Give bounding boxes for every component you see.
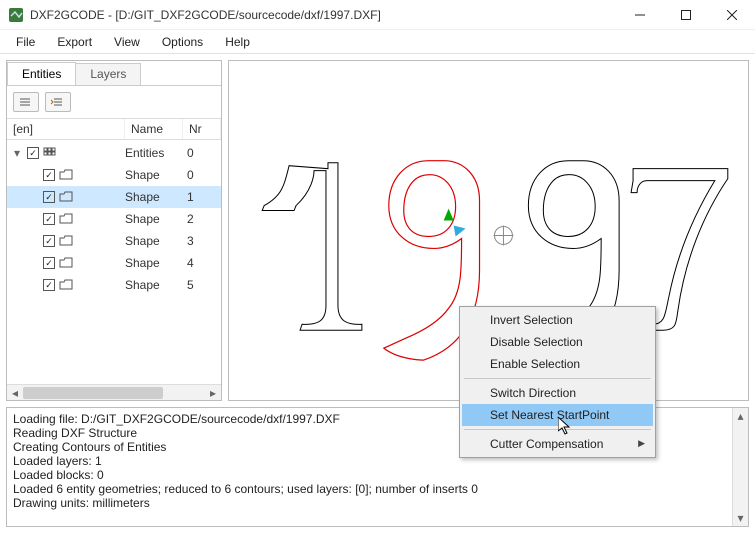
tree-row[interactable]: ✓ Shape0 — [7, 164, 221, 186]
checkbox[interactable]: ✓ — [43, 279, 55, 291]
tree-row-label: Shape — [125, 168, 183, 182]
title-bar: DXF2GCODE - [D:/GIT_DXF2GCODE/sourcecode… — [0, 0, 755, 30]
checkbox[interactable]: ✓ — [43, 169, 55, 181]
side-panel: Entities Layers [en] Name Nr ▾ ✓ — [6, 60, 222, 401]
app-icon — [8, 7, 24, 23]
tree-header-en: [en] — [7, 119, 125, 139]
menu-export[interactable]: Export — [47, 33, 102, 51]
tree-row-nr: 0 — [183, 168, 221, 182]
tree-row-label: Shape — [125, 212, 183, 226]
tree-row-label: Shape — [125, 234, 183, 248]
tree-row-nr: 2 — [183, 212, 221, 226]
tree-row[interactable]: ✓ Shape5 — [7, 274, 221, 296]
menu-file[interactable]: File — [6, 33, 45, 51]
menu-help[interactable]: Help — [215, 33, 260, 51]
context-menu-item[interactable]: Switch Direction — [462, 382, 653, 404]
scroll-right-icon[interactable]: ▸ — [205, 385, 221, 400]
scroll-up-icon[interactable]: ▴ — [733, 408, 748, 424]
menu-separator — [464, 429, 651, 430]
context-menu-item[interactable]: Disable Selection — [462, 331, 653, 353]
tree-row-nr: 5 — [183, 278, 221, 292]
tree-root-row[interactable]: ▾ ✓ Entities 0 — [7, 142, 221, 164]
context-menu-item[interactable]: Set Nearest StartPoint — [462, 404, 653, 426]
tree-toggle-icon[interactable]: ▾ — [11, 146, 23, 160]
checkbox[interactable]: ✓ — [43, 235, 55, 247]
tree-header: [en] Name Nr — [7, 118, 221, 140]
folder-icon — [59, 191, 73, 203]
tree-row-label: Shape — [125, 278, 183, 292]
tree-header-nr: Nr — [183, 119, 221, 139]
scroll-left-icon[interactable]: ◂ — [7, 385, 23, 400]
window-title: DXF2GCODE - [D:/GIT_DXF2GCODE/sourcecode… — [30, 8, 617, 22]
expand-all-button[interactable] — [45, 92, 71, 112]
context-menu-item[interactable]: Cutter Compensation▶ — [462, 433, 653, 455]
minimize-button[interactable] — [617, 0, 663, 30]
folder-icon — [59, 279, 73, 291]
menu-view[interactable]: View — [104, 33, 150, 51]
tree-row-nr: 4 — [183, 256, 221, 270]
tree-row-nr: 1 — [183, 190, 221, 204]
tree-row[interactable]: ✓ Shape1 — [7, 186, 221, 208]
menu-options[interactable]: Options — [152, 33, 213, 51]
tree-row-label: Shape — [125, 190, 183, 204]
menu-bar: File Export View Options Help — [0, 30, 755, 54]
folder-icon — [59, 257, 73, 269]
maximize-button[interactable] — [663, 0, 709, 30]
tree-row-label: Shape — [125, 256, 183, 270]
close-button[interactable] — [709, 0, 755, 30]
tree-row[interactable]: ✓ Shape2 — [7, 208, 221, 230]
folder-icon — [59, 235, 73, 247]
tree-row[interactable]: ✓ Shape3 — [7, 230, 221, 252]
context-menu: Invert SelectionDisable SelectionEnable … — [459, 306, 656, 458]
tree-hscroll[interactable]: ◂ ▸ — [7, 384, 221, 400]
log-vscroll[interactable]: ▴ ▾ — [732, 408, 748, 526]
collapse-all-button[interactable] — [13, 92, 39, 112]
tree-root-nr: 0 — [183, 146, 221, 160]
tab-entities[interactable]: Entities — [7, 62, 76, 85]
grid-icon — [43, 147, 57, 159]
checkbox[interactable]: ✓ — [43, 257, 55, 269]
context-menu-item[interactable]: Enable Selection — [462, 353, 653, 375]
checkbox[interactable]: ✓ — [43, 213, 55, 225]
checkbox[interactable]: ✓ — [43, 191, 55, 203]
scroll-thumb[interactable] — [23, 387, 163, 399]
folder-icon — [59, 213, 73, 225]
tree-row-nr: 3 — [183, 234, 221, 248]
folder-icon — [59, 169, 73, 181]
scroll-down-icon[interactable]: ▾ — [733, 510, 748, 526]
checkbox[interactable]: ✓ — [27, 147, 39, 159]
tree-header-name: Name — [125, 119, 183, 139]
tree-root-label: Entities — [125, 146, 183, 160]
submenu-arrow-icon: ▶ — [638, 438, 645, 449]
menu-separator — [464, 378, 651, 379]
tree-row[interactable]: ✓ Shape4 — [7, 252, 221, 274]
tab-layers[interactable]: Layers — [75, 63, 141, 85]
entity-tree[interactable]: ▾ ✓ Entities 0 ✓Shape0✓Shape1✓Shape2✓Sha… — [7, 140, 221, 384]
context-menu-item[interactable]: Invert Selection — [462, 309, 653, 331]
